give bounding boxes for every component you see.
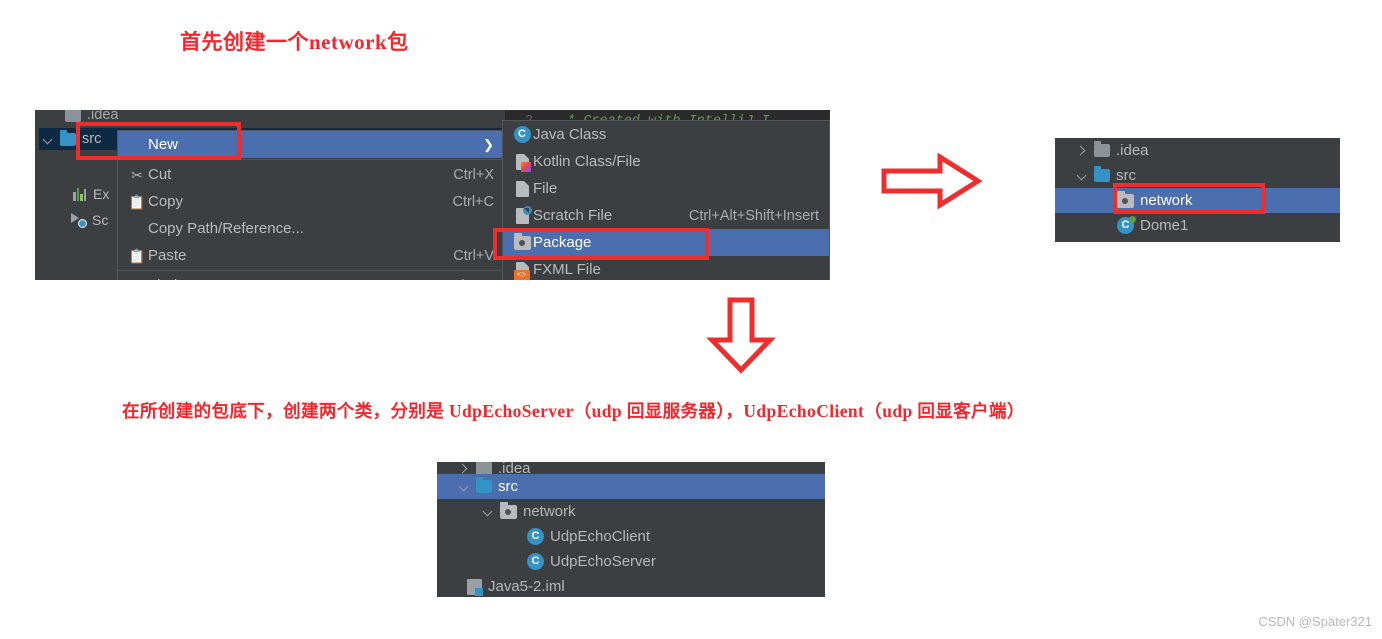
chevron-down-icon[interactable]	[1077, 170, 1088, 181]
file-icon	[511, 180, 533, 197]
tree-row-label: src	[1116, 167, 1136, 184]
folder-icon	[476, 462, 492, 474]
tree-row-iml[interactable]: Java5-2.iml	[437, 574, 825, 597]
package-icon	[1117, 190, 1134, 208]
title-annotation: 首先创建一个network包	[180, 30, 409, 54]
watermark: CSDN @Später321	[1258, 614, 1372, 629]
menu-item-copy[interactable]: 📋 Copy Ctrl+C	[118, 188, 504, 215]
tree-row-idea-partial[interactable]: .idea	[65, 110, 118, 126]
tree-row-udpechoclient[interactable]: C UdpEchoClient	[437, 524, 825, 549]
menu-item-find-usages[interactable]: Find U Alt+F7	[118, 272, 504, 280]
tree-row-idea[interactable]: .idea	[1055, 138, 1340, 163]
new-submenu[interactable]: C Java Class Kotlin Class/File File Scra…	[502, 120, 830, 280]
submenu-item-label: FXML File	[533, 261, 601, 278]
submenu-item-fxml-file[interactable]: FXML File	[503, 256, 829, 280]
tree-row-label: network	[1140, 192, 1193, 209]
folder-icon-src	[1094, 166, 1110, 182]
scratch-file-icon	[511, 205, 533, 224]
menu-item-new[interactable]: New ❯	[118, 131, 504, 158]
menu-item-label: Paste	[148, 247, 187, 264]
tree-row-network[interactable]: network	[437, 499, 825, 524]
arrow-down-icon	[706, 297, 776, 374]
tree-row-label: Dome1	[1140, 217, 1189, 234]
chevron-down-icon[interactable]	[43, 134, 54, 145]
tree-row-label: .idea	[498, 462, 531, 474]
chevron-right-icon[interactable]	[1077, 145, 1088, 156]
submenu-item-package[interactable]: Package	[503, 229, 829, 256]
submenu-item-label: File	[533, 180, 558, 197]
menu-separator	[118, 159, 504, 160]
tree-row-src[interactable]: src	[1055, 163, 1340, 188]
fxml-file-icon	[511, 261, 533, 280]
bottom-annotation: 在所创建的包底下，创建两个类，分别是 UdpEchoServer（udp 回显服…	[122, 401, 1025, 421]
submenu-item-label: Java Class	[533, 126, 607, 143]
context-menu-screenshot: .idea src Ex Sc 2 * Created with Intelli…	[35, 110, 830, 280]
submenu-item-kotlin-class-file[interactable]: Kotlin Class/File	[503, 148, 829, 175]
side-tool-explorer[interactable]: Ex	[73, 186, 109, 202]
tree-row-src[interactable]: src	[437, 474, 825, 499]
tree-row-label: UdpEchoClient	[550, 528, 651, 545]
tree-row-label: src	[498, 478, 518, 495]
submenu-item-accel: Ctrl+Alt+Shift+Insert	[688, 207, 819, 224]
tree-row-label: network	[523, 503, 576, 520]
package-icon	[511, 232, 533, 250]
tree-row-label: UdpEchoServer	[550, 553, 656, 570]
menu-item-label: Find U	[148, 277, 434, 280]
project-tree-bottom[interactable]: .idea src network C UdpEchoClient C UdpE…	[437, 462, 825, 597]
menu-item-accel: Alt+F7	[434, 278, 494, 281]
java-class-icon: C	[527, 553, 544, 570]
java-class-icon: C	[1117, 216, 1136, 234]
tree-row-label: src	[82, 131, 102, 147]
kotlin-file-icon	[511, 153, 533, 172]
tree-row-network[interactable]: network	[1055, 188, 1340, 213]
folder-icon-src	[60, 129, 76, 146]
clock-icon	[71, 212, 87, 228]
submenu-item-label: Scratch File	[533, 207, 613, 224]
java-class-icon: C	[527, 528, 544, 545]
folder-icon-src	[476, 477, 492, 493]
menu-item-paste[interactable]: 📋 Paste Ctrl+V	[118, 242, 504, 269]
menu-item-label: Copy Path/Reference...	[148, 220, 304, 237]
tree-row-label: Java5-2.iml	[488, 578, 565, 595]
bar-chart-icon	[73, 187, 88, 201]
tree-row-label: .idea	[87, 110, 119, 123]
context-menu[interactable]: New ❯ ✂ Cut Ctrl+X 📋 Copy Ctrl+C Copy Pa…	[117, 130, 505, 280]
chevron-right-icon: ❯	[483, 136, 494, 152]
folder-icon	[65, 110, 81, 122]
menu-item-accel: Ctrl+X	[453, 166, 494, 183]
side-tool-label: Sc	[92, 212, 109, 228]
scissors-icon: ✂	[131, 166, 143, 183]
submenu-item-label: Kotlin Class/File	[533, 153, 641, 170]
submenu-item-scratch-file[interactable]: Scratch File Ctrl+Alt+Shift+Insert	[503, 202, 829, 229]
menu-item-label: New	[148, 136, 179, 153]
menu-item-cut[interactable]: ✂ Cut Ctrl+X	[118, 161, 504, 188]
iml-file-icon	[467, 578, 483, 596]
menu-item-accel: Ctrl+C	[452, 193, 495, 210]
submenu-item-label: Package	[533, 234, 592, 251]
menu-item-label: Cut	[148, 166, 172, 183]
tree-row-idea[interactable]: .idea	[437, 462, 825, 474]
folder-icon	[1094, 141, 1110, 157]
menu-item-copy-path-reference[interactable]: Copy Path/Reference...	[118, 215, 504, 242]
chevron-down-icon[interactable]	[483, 506, 494, 517]
package-icon	[500, 501, 517, 519]
submenu-item-java-class[interactable]: C Java Class	[503, 121, 829, 148]
side-tool-label: Ex	[93, 186, 110, 202]
menu-item-label: Copy	[148, 193, 184, 210]
chevron-down-icon[interactable]	[459, 481, 470, 492]
chevron-right-icon[interactable]	[459, 463, 470, 474]
submenu-item-file[interactable]: File	[503, 175, 829, 202]
paste-icon: 📋	[128, 247, 146, 264]
tree-row-dome1[interactable]: C Dome1	[1055, 213, 1340, 238]
menu-item-accel: Ctrl+V	[453, 247, 494, 264]
tree-row-label: .idea	[1116, 142, 1149, 159]
copy-icon: 📋	[128, 193, 146, 210]
arrow-right-icon	[881, 152, 982, 210]
side-tool-scratches[interactable]: Sc	[71, 212, 108, 228]
java-class-icon: C	[511, 126, 533, 143]
project-tree-right[interactable]: .idea src network C Dome1	[1055, 138, 1340, 242]
tree-row-udpechoserver[interactable]: C UdpEchoServer	[437, 549, 825, 574]
menu-separator	[118, 270, 504, 271]
